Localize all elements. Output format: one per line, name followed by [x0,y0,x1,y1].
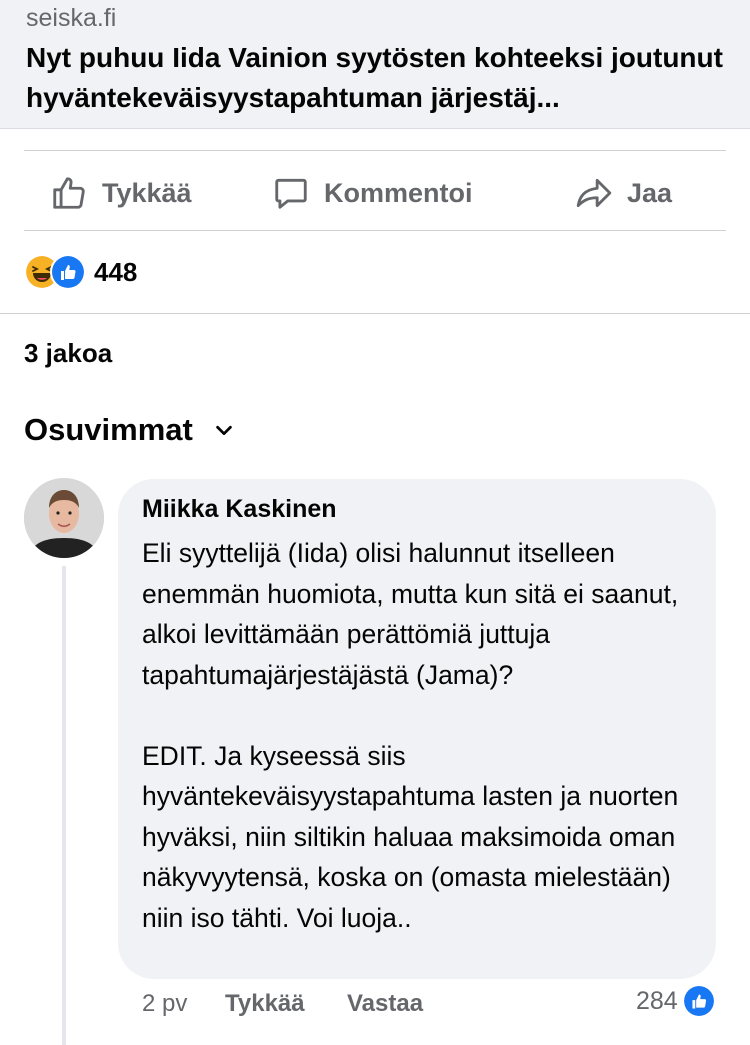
comment-sort-dropdown[interactable]: Osuvimmat [24,412,235,448]
thread-line [62,566,66,1045]
sort-label: Osuvimmat [24,412,193,447]
speech-bubble-icon [275,178,307,209]
link-preview-card[interactable]: seiska.fi Nyt puhuu Iida Vainion syytöst… [0,0,750,129]
like-icon [50,254,86,290]
link-domain: seiska.fi [26,4,117,32]
comment-label: Kommentoi [324,177,473,208]
share-button[interactable]: Jaa [575,168,672,218]
reaction-count: 448 [94,256,138,287]
comment-button[interactable]: Kommentoi [272,168,473,218]
avatar[interactable] [24,478,104,558]
divider [24,230,726,231]
comment-author[interactable]: Miikka Kaskinen [142,495,337,524]
comment-bubble[interactable]: Miikka Kaskinen Eli syyttelijä (Iida) ol… [118,479,716,979]
reaction-summary[interactable]: 448 [24,254,137,290]
divider [24,150,726,151]
like-label: Tykkää [102,177,192,208]
comment-reply-button[interactable]: Vastaa [347,990,423,1018]
share-arrow-icon [576,178,612,208]
comment-text: Eli syyttelijä (Iida) olisi halunnut its… [142,538,679,933]
share-label: Jaa [627,177,673,208]
divider [0,313,750,314]
comment-like-count[interactable]: 284 [636,986,714,1016]
like-button[interactable]: Tykkää [50,168,192,218]
comment-like-button[interactable]: Tykkää [225,990,305,1018]
profile-photo [24,478,104,558]
comment-like-count-value: 284 [636,986,678,1015]
share-count[interactable]: 3 jakoa [24,338,112,369]
comment-timestamp[interactable]: 2 pv [142,990,187,1018]
chevron-down-icon [216,425,232,436]
link-title[interactable]: Nyt puhuu Iida Vainion syytösten kohteek… [26,38,726,118]
like-icon [683,986,714,1016]
thumbs-up-icon [53,177,85,209]
